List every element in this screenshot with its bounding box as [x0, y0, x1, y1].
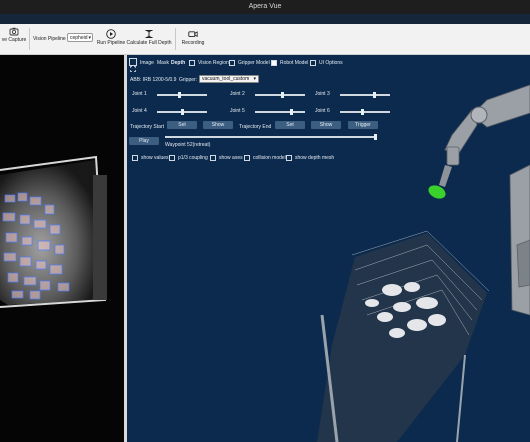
joint-6-slider[interactable] — [340, 109, 390, 115]
trajectory-start-label: Trajectory Start — [130, 124, 164, 130]
trajectory-end-show-button[interactable]: Show — [311, 121, 341, 129]
toolbar-divider — [29, 28, 30, 50]
save-capture-label: ve Capture — [1, 37, 27, 43]
save-capture-button[interactable]: ve Capture — [0, 26, 28, 43]
ui-options-checkbox[interactable] — [310, 60, 316, 66]
joint-2-label: Joint 2 — [230, 91, 245, 97]
gripper-model-checkbox[interactable] — [229, 60, 235, 66]
trigger-button[interactable]: Trigger — [348, 121, 378, 129]
scene-3d-panel[interactable]: Image Mask Depth Vision Region Gripper M… — [127, 55, 530, 442]
toolbar: ve Capture Vision Pipeline cepheid ▾ Run… — [0, 24, 530, 55]
calculate-full-depth-button[interactable]: Calculate Full Depth — [125, 29, 173, 46]
gripper-model-label: Gripper Model — [238, 60, 270, 66]
window-titlebar: Apera Vue — [0, 0, 530, 14]
trajectory-start-set-button[interactable]: Set — [167, 121, 197, 129]
robot-model-name: ABB: IRB 1200-5/0.9 — [130, 77, 177, 83]
gripper-select[interactable]: vacuum_tool_custom ▾ — [199, 75, 259, 83]
gripper-value: vacuum_tool_custom — [202, 76, 250, 82]
joint-4-slider[interactable] — [157, 109, 207, 115]
slider-thumb[interactable] — [361, 109, 365, 115]
toolbar-divider — [175, 28, 176, 50]
vision-region-label: Vision Region — [198, 60, 229, 66]
vision-pipeline-select[interactable]: cepheid ▾ — [67, 33, 93, 42]
title-underbar — [0, 14, 530, 24]
show-values-label: show values — [141, 155, 169, 161]
slider-thumb[interactable] — [178, 92, 182, 98]
recording-button[interactable]: Recording — [178, 29, 208, 46]
joint-5-label: Joint 5 — [230, 108, 245, 114]
show-values-checkbox[interactable] — [132, 155, 138, 161]
slider-thumb[interactable] — [374, 134, 377, 140]
joint-1-slider[interactable] — [157, 92, 207, 98]
trajectory-end-set-button[interactable]: Set — [275, 121, 305, 129]
joint-3-label: Joint 3 — [315, 91, 330, 97]
show-axes-label: show axes — [219, 155, 243, 161]
p1-3-coupling-checkbox[interactable] — [169, 155, 175, 161]
calculate-full-depth-label: Calculate Full Depth — [126, 40, 172, 46]
joint-5-slider[interactable] — [255, 109, 305, 115]
vision-region-checkbox[interactable] — [189, 60, 195, 66]
camera-icon — [9, 26, 19, 36]
camera-image — [0, 55, 124, 442]
tab-image[interactable]: Image — [140, 60, 154, 66]
trajectory-start-show-button[interactable]: Show — [203, 121, 233, 129]
show-axes-checkbox[interactable] — [210, 155, 216, 161]
joint-3-slider[interactable] — [340, 92, 390, 98]
run-pipeline-label: Run Pipeline — [96, 40, 126, 46]
camera-image-panel[interactable] — [0, 55, 124, 442]
recording-label: Recording — [181, 40, 205, 46]
video-camera-icon — [188, 29, 198, 39]
gripper-label: Gripper: — [179, 77, 198, 83]
ui-options-label: UI Options — [319, 60, 343, 66]
waypoint-slider[interactable] — [165, 134, 377, 140]
expand-icon[interactable] — [129, 58, 137, 72]
robot-model-checkbox[interactable] — [271, 60, 277, 66]
show-depth-mesh-checkbox[interactable] — [286, 155, 292, 161]
vision-pipeline-label: Vision Pipeline — [33, 36, 66, 42]
joint-6-label: Joint 6 — [315, 108, 330, 114]
robot-model-label: Robot Model — [280, 60, 309, 66]
tab-depth[interactable]: Depth — [171, 60, 185, 66]
slider-thumb[interactable] — [180, 109, 184, 115]
p1-3-coupling-label: p1/3 coupling — [178, 155, 208, 161]
joint-2-slider[interactable] — [255, 92, 305, 98]
waypoint-label: Waypoint 52(retreat) — [165, 142, 211, 148]
show-depth-mesh-label: show depth mesh — [295, 155, 335, 161]
window-title: Apera Vue — [248, 3, 282, 10]
slider-thumb[interactable] — [290, 109, 294, 115]
trajectory-end-label: Trajectory End — [239, 124, 272, 130]
run-pipeline-button[interactable]: Run Pipeline — [93, 29, 129, 46]
collision-model-checkbox[interactable] — [244, 155, 250, 161]
slider-thumb[interactable] — [372, 92, 376, 98]
chevron-down-icon: ▾ — [88, 35, 91, 41]
collision-model-label: collision model — [253, 155, 286, 161]
play-button[interactable]: Play — [129, 137, 159, 145]
joint-1-label: Joint 1 — [132, 91, 147, 97]
depth-icon — [144, 29, 154, 39]
joint-4-label: Joint 4 — [132, 108, 147, 114]
tab-mask[interactable]: Mask — [157, 60, 169, 66]
slider-thumb[interactable] — [280, 92, 284, 98]
chevron-down-icon: ▾ — [253, 76, 256, 82]
play-circle-icon — [106, 29, 116, 39]
vision-pipeline-value: cepheid — [70, 35, 88, 41]
